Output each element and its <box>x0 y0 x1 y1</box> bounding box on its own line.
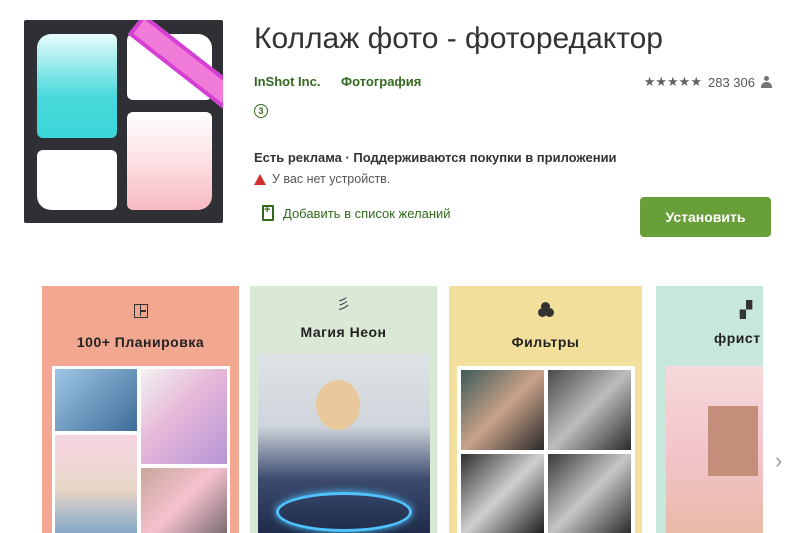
install-button[interactable]: Установить <box>640 197 771 237</box>
neon-photo <box>258 354 430 533</box>
freestyle-preview <box>666 366 763 533</box>
filters-preview <box>457 366 635 533</box>
screenshot-label: фрист <box>714 330 761 346</box>
ads-info: Есть реклама · Поддерживаются покупки в … <box>254 150 617 165</box>
rating-count: 283 306 <box>708 74 755 90</box>
app-icon <box>24 20 223 223</box>
icon-tile-cyan <box>37 34 117 138</box>
app-title: Коллаж фото - фоторедактор <box>254 22 663 55</box>
screenshot-layouts[interactable]: 100+ Планировка <box>42 286 239 533</box>
category-link[interactable]: Фотография <box>341 74 421 89</box>
layout-icon <box>133 304 148 318</box>
rating: ★★★★★ 283 306 <box>644 74 772 90</box>
freestyle-icon: ▞ <box>739 302 753 319</box>
icon-tile-white-bottom <box>37 150 117 210</box>
person-icon <box>761 76 772 88</box>
screenshot-label: Фильтры <box>511 334 580 350</box>
chevron-right-icon[interactable]: › <box>775 448 782 474</box>
collage-preview <box>52 366 230 533</box>
neon-icon: 彡 <box>336 296 351 312</box>
age-rating-badge[interactable]: 3 <box>254 104 268 118</box>
screenshot-neon[interactable]: 彡 Магия Неон <box>250 286 437 533</box>
device-warning-text: У вас нет устройств. <box>272 172 391 186</box>
screenshot-label: Магия Неон <box>300 324 387 340</box>
developer-link[interactable]: InShot Inc. <box>254 74 320 89</box>
add-to-wishlist-button[interactable]: Добавить в список желаний <box>262 204 451 221</box>
icon-tile-pink <box>127 112 212 210</box>
screenshot-label: 100+ Планировка <box>76 334 205 350</box>
filter-icon <box>537 302 554 318</box>
warning-icon <box>254 173 266 185</box>
wishlist-label: Добавить в список желаний <box>283 205 451 221</box>
screenshot-filters[interactable]: Фильтры <box>449 286 642 533</box>
device-warning: У вас нет устройств. <box>254 172 390 186</box>
screenshot-freestyle[interactable]: ▞ фрист <box>656 286 763 533</box>
star-icons: ★★★★★ <box>643 74 702 89</box>
bookmark-add-icon <box>262 204 274 221</box>
